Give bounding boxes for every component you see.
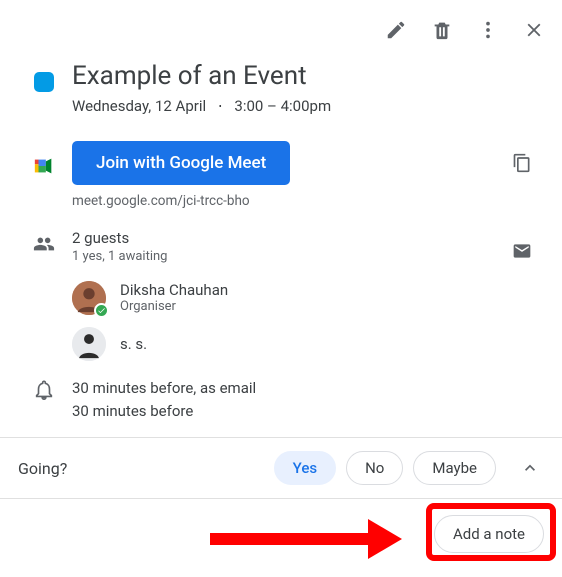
chevron-up-icon	[520, 458, 540, 478]
rsvp-expand-button[interactable]	[510, 448, 550, 488]
kebab-icon	[477, 19, 499, 41]
copy-meet-link-button[interactable]	[502, 143, 542, 183]
guest-count: 2 guests	[72, 229, 498, 247]
rsvp-maybe-button[interactable]: Maybe	[413, 451, 496, 485]
people-icon	[33, 233, 55, 255]
separator-dot: ⋅	[218, 97, 223, 115]
bell-icon	[33, 379, 55, 401]
event-datetime: Wednesday, 12 April ⋅ 3:00 – 4:00pm	[72, 97, 546, 115]
title-row: Example of an Event Wednesday, 12 April …	[0, 56, 562, 119]
close-button[interactable]	[512, 8, 556, 52]
close-icon	[523, 19, 545, 41]
rsvp-chips: Yes No Maybe	[274, 451, 496, 485]
email-guests-button[interactable]	[502, 231, 542, 271]
meet-row: Join with Google Meet meet.google.com/jc…	[0, 137, 562, 213]
guest-name: s. s.	[120, 335, 147, 353]
guest-list: Diksha Chauhan Organiser s. s.	[0, 275, 562, 367]
google-meet-icon	[33, 155, 55, 177]
delete-button[interactable]	[420, 8, 464, 52]
rsvp-bar: Going? Yes No Maybe	[0, 438, 562, 498]
guests-row: 2 guests 1 yes, 1 awaiting	[0, 225, 562, 275]
rsvp-yes-badge-icon	[94, 303, 109, 318]
copy-icon	[512, 153, 532, 173]
edit-button[interactable]	[374, 8, 418, 52]
add-note-button[interactable]: Add a note	[434, 515, 544, 553]
meet-link-text: meet.google.com/jci-trcc-bho	[72, 193, 498, 209]
add-note-area: Add a note	[0, 499, 562, 577]
notifications-row: 30 minutes before, as email 30 minutes b…	[0, 373, 562, 428]
guest-status-summary: 1 yes, 1 awaiting	[72, 249, 498, 264]
toolbar	[0, 0, 562, 56]
guest-role: Organiser	[120, 299, 228, 314]
guest-item[interactable]: s. s.	[72, 321, 546, 367]
guest-name: Diksha Chauhan	[120, 281, 228, 299]
notification-line: 30 minutes before, as email	[72, 377, 546, 400]
calendar-color-swatch	[34, 72, 54, 92]
avatar	[72, 281, 106, 315]
mail-icon	[512, 241, 532, 261]
join-meet-button[interactable]: Join with Google Meet	[72, 141, 290, 185]
annotation-arrow	[210, 519, 410, 559]
event-date: Wednesday, 12 April	[72, 97, 206, 115]
notification-line: 30 minutes before	[72, 400, 546, 423]
event-time: 3:00 – 4:00pm	[234, 97, 331, 115]
trash-icon	[431, 19, 453, 41]
rsvp-yes-button[interactable]: Yes	[274, 451, 336, 485]
event-title: Example of an Event	[72, 60, 546, 93]
event-detail-card: Example of an Event Wednesday, 12 April …	[0, 0, 562, 577]
options-button[interactable]	[466, 8, 510, 52]
rsvp-no-button[interactable]: No	[346, 451, 403, 485]
guest-item[interactable]: Diksha Chauhan Organiser	[72, 275, 546, 321]
avatar	[72, 327, 106, 361]
rsvp-prompt: Going?	[18, 459, 67, 478]
pencil-icon	[385, 19, 407, 41]
